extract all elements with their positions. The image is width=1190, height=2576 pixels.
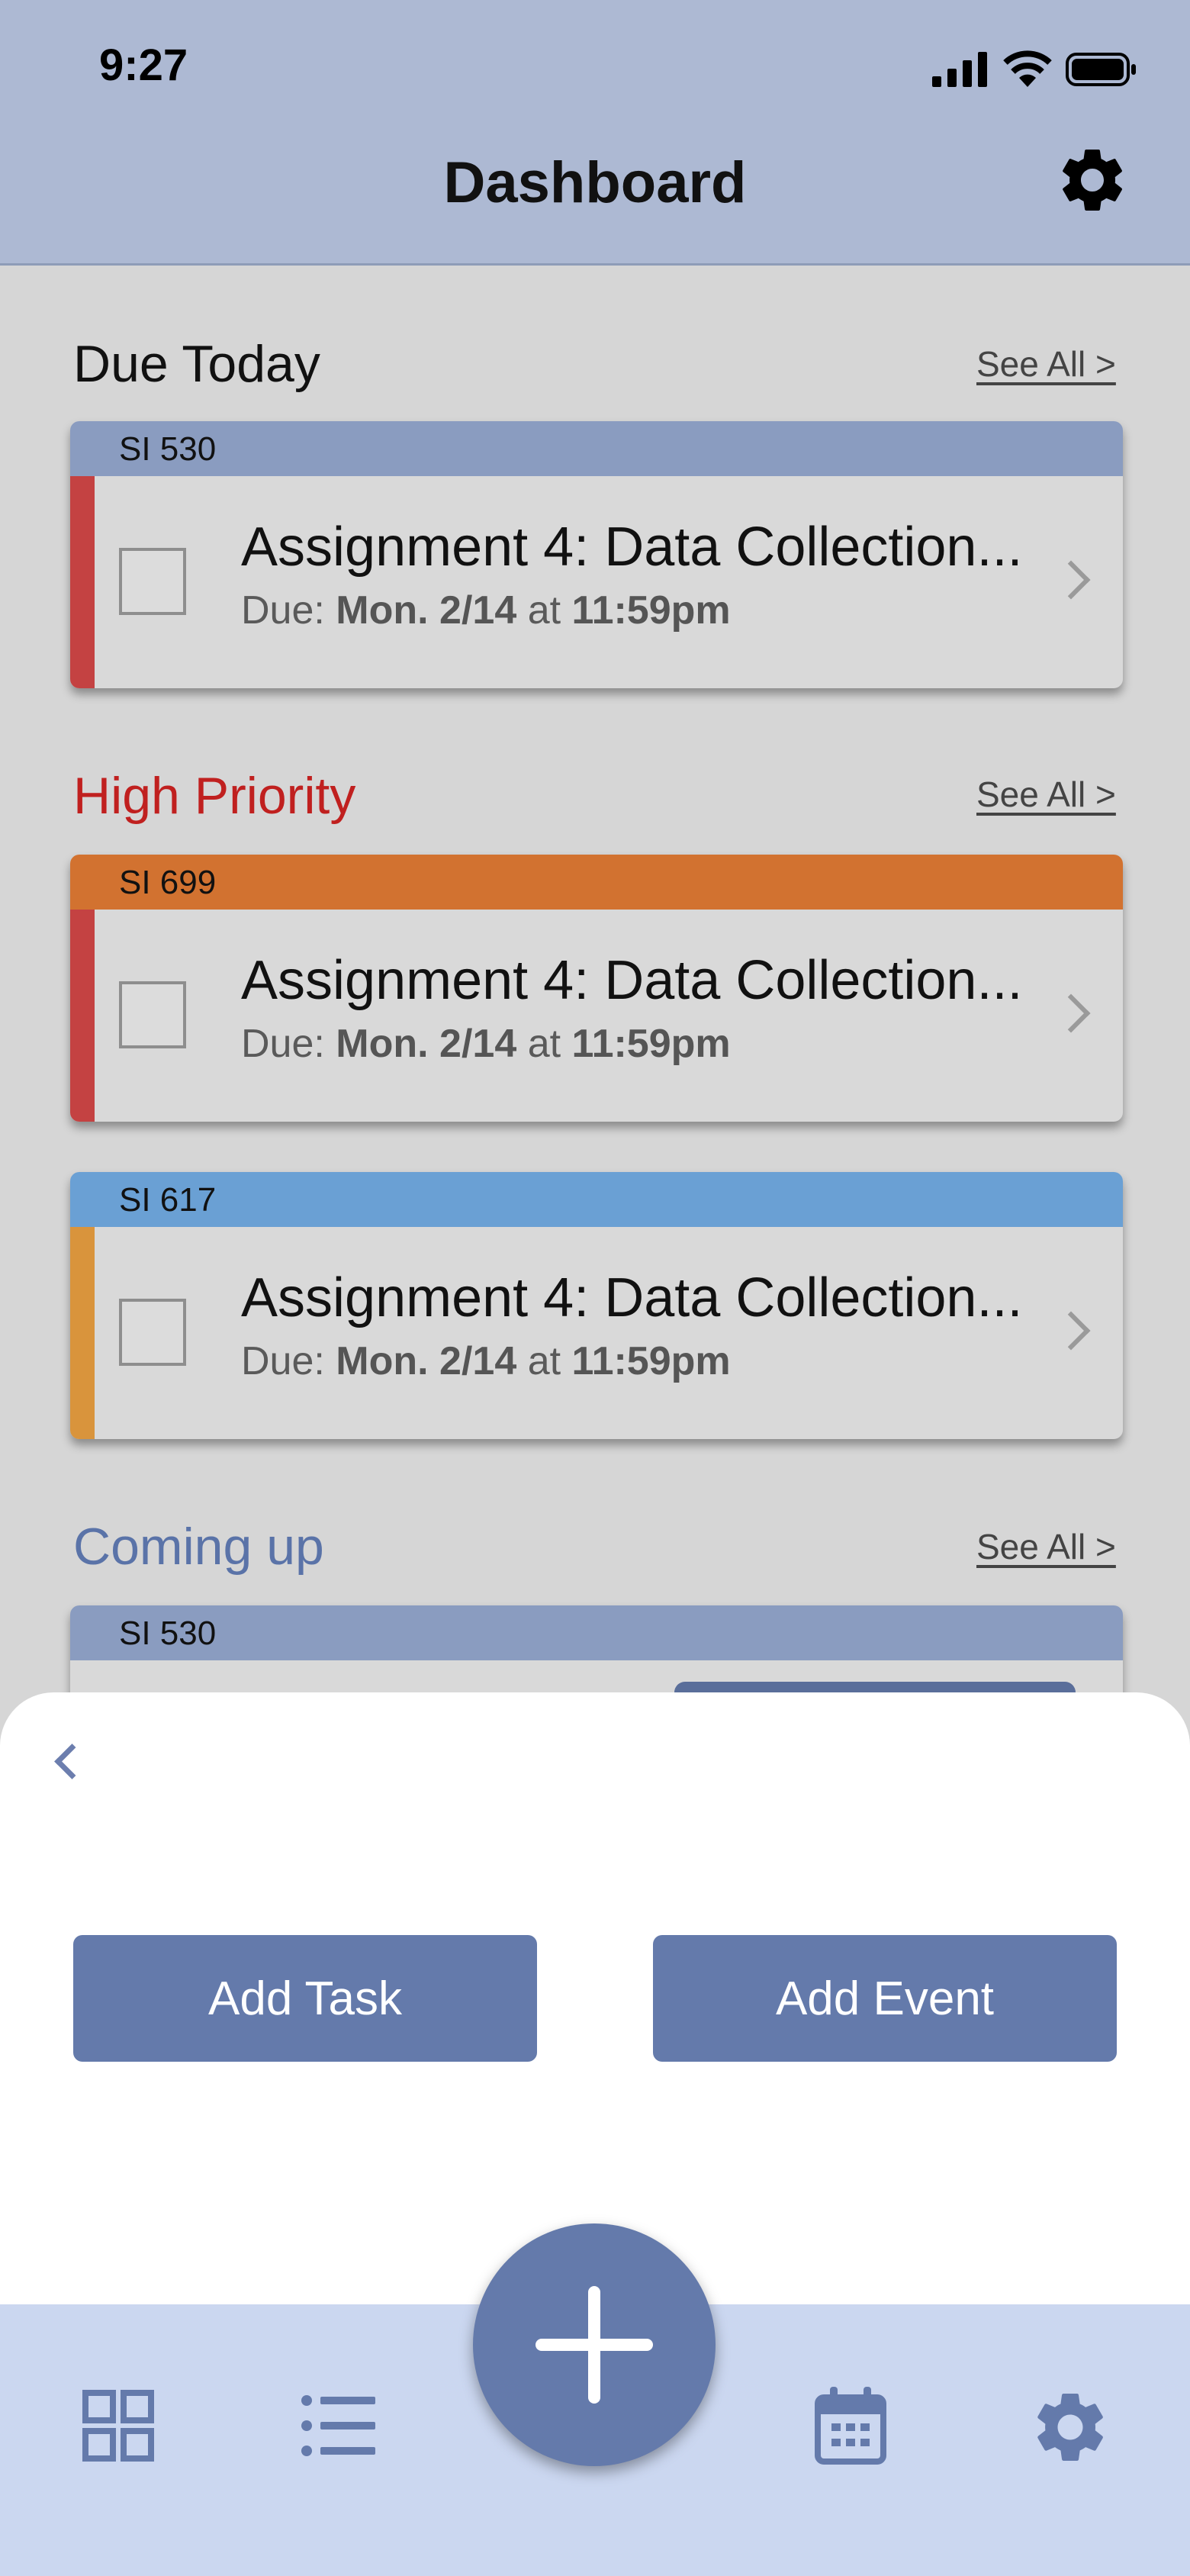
priority-stripe [70,476,95,688]
due-time: 11:59pm [571,1339,731,1383]
see-all-high-priority-link[interactable]: See All > [976,774,1116,815]
due-at: at [516,588,572,633]
course-header [70,1172,1123,1227]
course-label: SI 617 [119,1181,217,1219]
due-prefix: Due: [241,1339,336,1383]
add-event-button[interactable]: Add Event [653,1935,1117,2062]
dashboard-icon[interactable] [82,2390,154,2462]
see-all-due-today-link[interactable]: See All > [976,343,1116,385]
due-day: Mon. 2/14 [336,588,517,633]
due-at: at [516,1022,572,1066]
due-day: Mon. 2/14 [336,1022,517,1066]
task-checkbox[interactable] [119,1299,186,1366]
task-card[interactable]: SI 617 Assignment 4: Data Collection... … [70,1172,1123,1439]
course-header [70,421,1123,476]
course-label: SI 530 [119,430,217,468]
chevron-right-icon [1051,1311,1091,1351]
due-prefix: Due: [241,588,336,633]
task-title: Assignment 4: Data Collection... [241,517,1023,578]
task-title: Assignment 4: Data Collection... [241,950,1023,1011]
priority-stripe [70,1227,95,1439]
task-checkbox[interactable] [119,548,186,615]
course-header [70,855,1123,910]
status-time: 9:27 [99,40,188,90]
section-title-high-priority: High Priority [73,767,356,825]
course-label: SI 530 [119,1615,217,1652]
see-all-coming-up-link[interactable]: See All > [976,1526,1116,1567]
add-task-button[interactable]: Add Task [73,1935,537,2062]
battery-icon [1066,53,1136,86]
due-time: 11:59pm [571,588,731,633]
due-at: at [516,1339,572,1383]
chevron-right-icon [1051,993,1091,1033]
priority-stripe [70,910,95,1122]
signal-icon [932,52,987,87]
page-title: Dashboard [443,150,747,215]
due-time: 11:59pm [571,1022,731,1066]
list-icon[interactable] [301,2393,377,2458]
course-header [70,1605,1123,1660]
task-checkbox[interactable] [119,981,186,1048]
task-due: Due: Mon. 2/14 at 11:59pm [241,588,731,633]
due-prefix: Due: [241,1022,336,1066]
course-label: SI 699 [119,864,217,901]
task-card[interactable]: SI 699 Assignment 4: Data Collection... … [70,855,1123,1122]
due-day: Mon. 2/14 [336,1339,517,1383]
calendar-icon[interactable] [815,2385,886,2465]
task-card[interactable]: SI 530 Assignment 4: Data Collection... … [70,421,1123,688]
settings-gear-icon[interactable] [1054,142,1130,218]
settings-icon[interactable] [1028,2385,1112,2469]
section-title-coming-up: Coming up [73,1518,324,1576]
task-due: Due: Mon. 2/14 at 11:59pm [241,1338,731,1384]
section-title-due-today: Due Today [73,335,320,393]
task-title: Assignment 4: Data Collection... [241,1267,1023,1328]
wifi-icon [1003,50,1052,87]
task-due: Due: Mon. 2/14 at 11:59pm [241,1021,731,1067]
plus-icon [536,2286,653,2404]
chevron-right-icon [1051,560,1091,600]
